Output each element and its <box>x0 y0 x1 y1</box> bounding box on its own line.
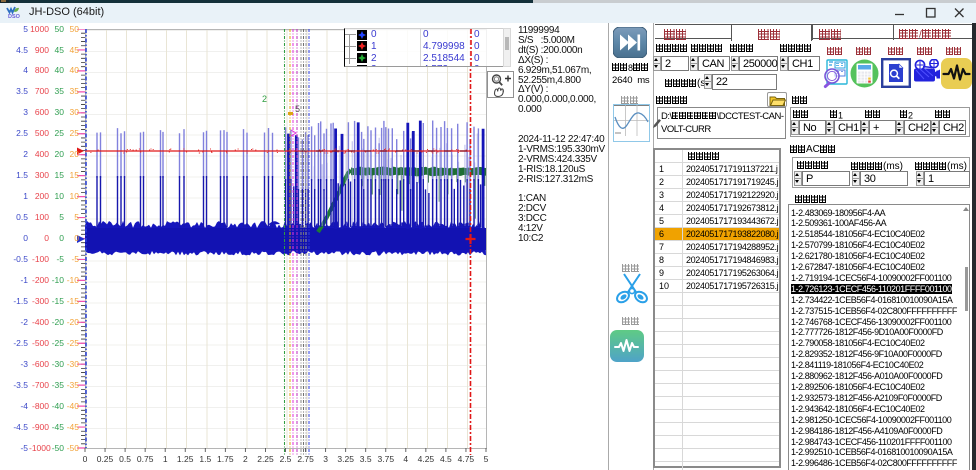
svg-text:DSO: DSO <box>8 14 20 19</box>
svg-text:5: 5 <box>295 104 300 114</box>
svg-text:2: 2 <box>262 94 267 104</box>
